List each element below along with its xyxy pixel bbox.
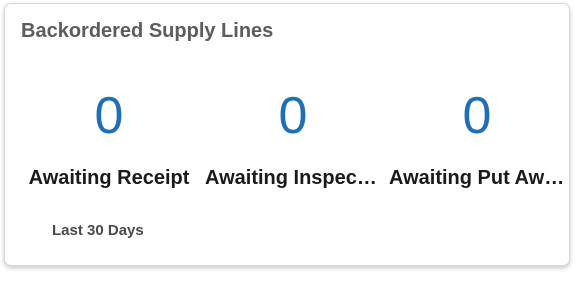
metric-awaiting-receipt[interactable]: 0 Awaiting Receipt: [5, 86, 201, 190]
backordered-supply-lines-card: Backordered Supply Lines 0 Awaiting Rece…: [4, 3, 570, 266]
period-label: Last 30 Days: [52, 222, 144, 239]
metric-label: Awaiting Put Away: [389, 167, 567, 189]
metric-awaiting-inspection[interactable]: 0 Awaiting Inspection: [201, 86, 385, 190]
metric-awaiting-put-away[interactable]: 0 Awaiting Put Away: [385, 86, 569, 190]
metrics-row: 0 Awaiting Receipt 0 Awaiting Inspection…: [5, 86, 569, 190]
card-title: Backordered Supply Lines: [21, 20, 274, 42]
metric-value[interactable]: 0: [17, 86, 201, 146]
metric-value[interactable]: 0: [201, 86, 385, 146]
metric-label: Awaiting Receipt: [28, 167, 190, 189]
metric-value[interactable]: 0: [385, 86, 569, 146]
metric-label: Awaiting Inspection: [205, 167, 385, 189]
